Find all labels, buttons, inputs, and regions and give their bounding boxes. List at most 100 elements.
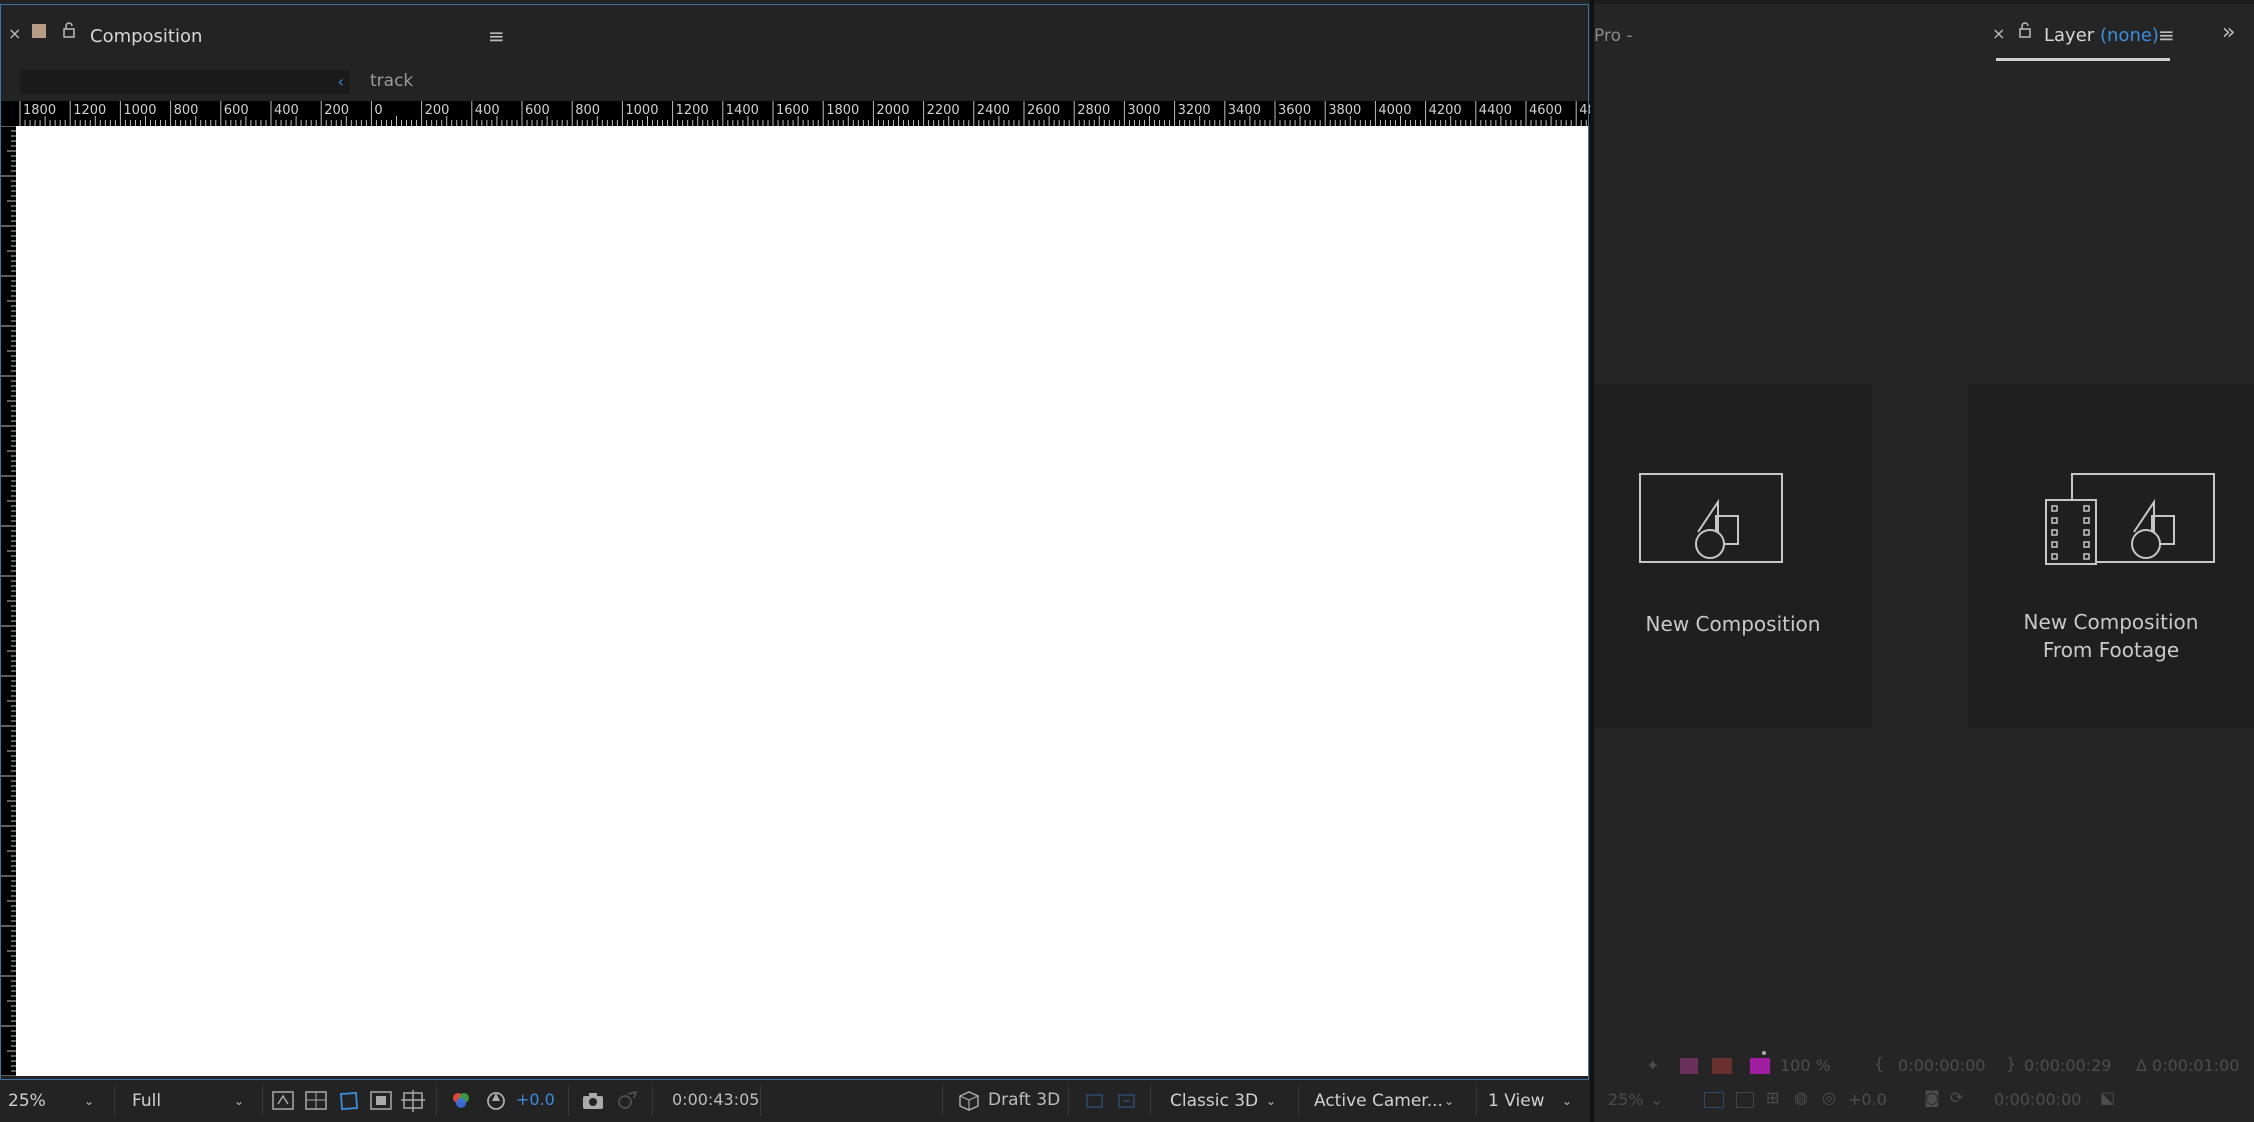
ruler-tick-label: 200 bbox=[324, 103, 349, 118]
chevron-down-icon: ⌄ bbox=[1443, 1094, 1454, 1108]
ruler-tick-label: 1200 bbox=[676, 103, 709, 118]
new-composition-from-footage-label: New Composition From Footage bbox=[1968, 608, 2254, 664]
footage-label-line2: From Footage bbox=[2042, 638, 2180, 662]
footer-timecode-value: 0:00:00:00 bbox=[1994, 1090, 2082, 1109]
chevron-double-right-icon[interactable]: » bbox=[2222, 20, 2235, 45]
chevron-left-icon[interactable]: ‹ bbox=[338, 72, 344, 91]
magnification-dropdown[interactable]: 25% ⌄ bbox=[8, 1086, 100, 1116]
ruler-vertical-ticks bbox=[0, 126, 16, 1076]
exposure-value[interactable]: +0.0 bbox=[516, 1090, 555, 1109]
ruler-tick-label: 4600 bbox=[1529, 103, 1562, 118]
duration-value: Δ 0:00:01:00 bbox=[2136, 1056, 2240, 1075]
grid-guides-icon: ⊞ bbox=[1766, 1088, 1780, 1107]
composition-tab-title[interactable]: Composition bbox=[90, 26, 202, 47]
close-tab-icon[interactable]: × bbox=[1992, 24, 2005, 43]
ruler-tick-label: 2000 bbox=[876, 103, 909, 118]
show-channel-icon bbox=[1712, 1058, 1732, 1074]
new-composition-tile[interactable]: New Composition bbox=[1594, 384, 1872, 728]
toolbar-separator bbox=[436, 1086, 437, 1116]
ruler-tick-label: 0 bbox=[374, 103, 382, 118]
3d-ground-plane-icon bbox=[1082, 1088, 1108, 1114]
flowchart-label: track bbox=[370, 71, 414, 91]
out-point-icon: } bbox=[2006, 1054, 2017, 1073]
chevron-down-icon: ⌄ bbox=[233, 1094, 244, 1108]
ruler-tick-label: 1000 bbox=[123, 103, 156, 118]
toolbar-separator bbox=[114, 1086, 115, 1116]
renderer-dropdown[interactable]: Classic 3D ⌄ bbox=[1170, 1086, 1282, 1116]
ruler-tick-label: 1000 bbox=[625, 103, 658, 118]
ruler-tick-label: 800 bbox=[575, 103, 600, 118]
composition-navigator-bar[interactable]: ‹ bbox=[20, 70, 350, 94]
new-composition-from-footage-tile[interactable]: New Composition From Footage bbox=[1968, 384, 2254, 728]
renderer-value: Classic 3D bbox=[1170, 1091, 1259, 1111]
layer-tab-value[interactable]: (none) bbox=[2100, 25, 2159, 46]
lock-icon[interactable] bbox=[62, 22, 76, 42]
ruler-tick-label: 3800 bbox=[1328, 103, 1361, 118]
channel-rgb-icon[interactable] bbox=[448, 1088, 474, 1114]
composition-color-swatch-icon bbox=[32, 24, 46, 38]
view-layout-value: 1 View bbox=[1488, 1091, 1545, 1111]
channel-rgb-icon: ◍ bbox=[1794, 1088, 1808, 1107]
ruler-tick-label: 3600 bbox=[1278, 103, 1311, 118]
ruler-tick-label: 2400 bbox=[977, 103, 1010, 118]
ruler-tick-label: 4400 bbox=[1479, 103, 1512, 118]
ruler-tick-label: 1400 bbox=[726, 103, 759, 118]
ruler-tick-label: 1200 bbox=[73, 103, 106, 118]
mask-path-visibility-icon[interactable] bbox=[336, 1088, 362, 1114]
active-tab-underline bbox=[1996, 58, 2170, 61]
current-time-display[interactable]: 0:00:43:05 bbox=[672, 1090, 759, 1109]
indicator-dot bbox=[1762, 1051, 1766, 1055]
toolbar-separator bbox=[262, 1086, 263, 1116]
camera-snapshot-icon[interactable] bbox=[580, 1088, 606, 1114]
resolution-dropdown[interactable]: Full ⌄ bbox=[132, 1086, 250, 1116]
resolution-value: Full bbox=[132, 1091, 162, 1111]
ruler-tick-label: 600 bbox=[525, 103, 550, 118]
toolbar-separator bbox=[652, 1086, 653, 1116]
layer-tab-title[interactable]: Layer bbox=[2044, 25, 2094, 46]
footer-magnification-value: 25% bbox=[1608, 1090, 1644, 1109]
region-icon bbox=[1736, 1092, 1754, 1108]
show-snapshot-icon: ⟳ bbox=[1950, 1088, 1964, 1107]
close-tab-icon[interactable]: × bbox=[8, 24, 21, 43]
ruler-tick-label: 3200 bbox=[1178, 103, 1211, 118]
camera-view-value: Active Camer... bbox=[1314, 1091, 1443, 1111]
chevron-down-icon: ⌄ bbox=[83, 1094, 94, 1108]
draft-3d-icon[interactable] bbox=[956, 1088, 982, 1114]
region-of-interest-icon[interactable] bbox=[368, 1088, 394, 1114]
panel-menu-icon[interactable]: ≡ bbox=[2158, 23, 2175, 47]
ruler-tick-label: 48 bbox=[1579, 103, 1590, 118]
ruler-tick-label: 2600 bbox=[1027, 103, 1060, 118]
fast-previews-icon[interactable] bbox=[270, 1088, 296, 1114]
toolbar-separator bbox=[1150, 1086, 1151, 1116]
toolbar-separator bbox=[1068, 1086, 1069, 1116]
camera-view-dropdown[interactable]: Active Camer... ⌄ bbox=[1314, 1086, 1460, 1116]
view-layout-dropdown[interactable]: 1 View ⌄ bbox=[1488, 1086, 1578, 1116]
panel-menu-icon[interactable]: ≡ bbox=[488, 24, 505, 48]
ruler-tick-label: 800 bbox=[174, 103, 199, 118]
ruler-tick-label: 3000 bbox=[1127, 103, 1160, 118]
layer-label-color-icon bbox=[1750, 1058, 1770, 1074]
ruler-horizontal[interactable]: 1800 1200 1000 800 600 400 200 0 200 400 600 800 100… bbox=[0, 101, 1590, 126]
layer-opacity-value: 100 % bbox=[1780, 1056, 1831, 1075]
new-composition-from-footage-icon bbox=[2045, 473, 2215, 565]
partial-tab-title[interactable]: Pro - bbox=[1594, 26, 1633, 46]
toolbar-separator bbox=[1298, 1086, 1299, 1116]
footer-exposure-value: +0.0 bbox=[1848, 1090, 1887, 1109]
ruler-tick-label: 2800 bbox=[1077, 103, 1110, 118]
ruler-vertical[interactable] bbox=[0, 126, 16, 1076]
draft-3d-label[interactable]: Draft 3D bbox=[988, 1090, 1060, 1110]
layer-visibility-icon bbox=[1680, 1058, 1698, 1074]
lock-icon[interactable] bbox=[2018, 22, 2032, 42]
toolbar-separator bbox=[760, 1086, 761, 1116]
grid-guides-icon[interactable] bbox=[400, 1088, 426, 1114]
new-composition-label: New Composition bbox=[1645, 612, 1821, 636]
ruler-tick-label: 4200 bbox=[1429, 103, 1462, 118]
extended-viewer-icon bbox=[1114, 1088, 1140, 1114]
toolbar-separator bbox=[1476, 1086, 1477, 1116]
composition-viewer[interactable] bbox=[16, 126, 1589, 1076]
reset-exposure-icon[interactable] bbox=[483, 1088, 509, 1114]
show-snapshot-icon[interactable] bbox=[614, 1088, 640, 1114]
transparency-grid-icon[interactable] bbox=[303, 1088, 329, 1114]
footage-label-line1: New Composition bbox=[2023, 610, 2199, 634]
ruler-tick-label: 400 bbox=[274, 103, 299, 118]
